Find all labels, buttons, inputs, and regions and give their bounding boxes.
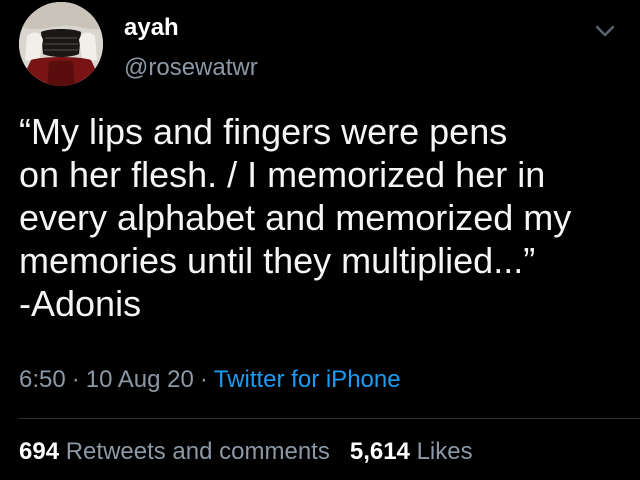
- tweet-date: 10 Aug 20: [85, 366, 194, 393]
- likes-count: 5,614: [349, 438, 410, 465]
- display-name[interactable]: ayah: [124, 14, 179, 42]
- tweet-text: “My lips and fingers were pens on her fl…: [19, 110, 629, 325]
- retweets-label: Retweets and comments: [65, 438, 330, 465]
- divider: [19, 418, 640, 419]
- meta-separator: ·: [199, 366, 208, 393]
- tweet-meta: 6:50 · 10 Aug 20 · Twitter for iPhone: [19, 366, 401, 394]
- chevron-down-icon[interactable]: [592, 22, 618, 40]
- likes-stat[interactable]: 5,614 Likes: [350, 438, 473, 465]
- likes-label: Likes: [416, 438, 473, 465]
- avatar[interactable]: [19, 2, 103, 86]
- meta-separator: ·: [71, 366, 80, 393]
- tweet-source-link[interactable]: Twitter for iPhone: [214, 366, 401, 393]
- tweet-line: “My lips and fingers were pens: [19, 111, 508, 152]
- tweet-line: memories until they multiplied...”: [19, 240, 536, 281]
- user-handle[interactable]: @rosewatwr: [124, 54, 258, 82]
- tweet-line: on her flesh. / I memorized her in: [19, 154, 546, 195]
- retweets-stat[interactable]: 694 Retweets and comments: [19, 438, 330, 465]
- tweet-time: 6:50: [19, 366, 66, 393]
- tweet-line: -Adonis: [19, 283, 142, 324]
- tweet-line: every alphabet and memorized my: [19, 197, 572, 238]
- profile-photo-icon: [19, 2, 103, 86]
- tweet-stats: 694 Retweets and comments 5,614 Likes: [19, 438, 473, 466]
- retweets-count: 694: [19, 438, 60, 465]
